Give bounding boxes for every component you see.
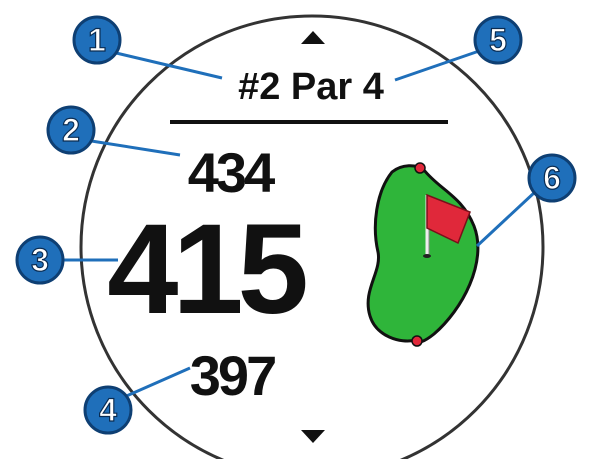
distance-back: 434 bbox=[188, 141, 275, 204]
callout-1: 1 bbox=[72, 15, 122, 65]
watch-diagram: #2 Par 4 434 415 397 1 2 3 4 5 6 bbox=[0, 0, 609, 464]
distance-front: 397 bbox=[190, 344, 275, 407]
callout-number: 2 bbox=[62, 112, 80, 148]
callout-number: 5 bbox=[489, 22, 507, 58]
distance-middle: 415 bbox=[107, 198, 305, 341]
callout-number: 1 bbox=[88, 22, 106, 58]
callout-3: 3 bbox=[15, 235, 65, 285]
callout-4: 4 bbox=[83, 385, 133, 435]
hole-info: #2 Par 4 bbox=[238, 66, 384, 108]
callout-5: 5 bbox=[473, 15, 523, 65]
callout-6: 6 bbox=[527, 153, 577, 203]
callout-number: 6 bbox=[543, 160, 561, 196]
pin-marker-front bbox=[411, 335, 423, 347]
pin-marker-back bbox=[414, 162, 426, 174]
callout-number: 3 bbox=[31, 242, 49, 278]
callout-number: 4 bbox=[99, 392, 117, 428]
callout-2: 2 bbox=[46, 105, 96, 155]
